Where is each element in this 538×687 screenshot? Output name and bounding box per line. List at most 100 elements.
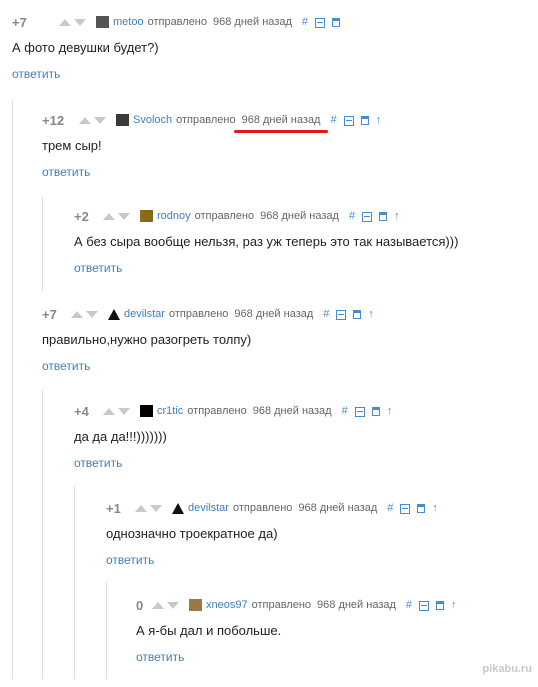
downvote-icon[interactable] (167, 601, 179, 609)
cr1tic-avatar[interactable] (140, 405, 153, 417)
upvote-icon[interactable] (152, 601, 164, 609)
comment-meta: отправлено (194, 210, 255, 222)
collapse-icon[interactable] (419, 600, 430, 611)
rodnoy-avatar[interactable] (140, 210, 153, 222)
comment-date-text: 968 дней назад (317, 599, 396, 611)
reply-link[interactable]: ответить (42, 359, 90, 373)
svoloch-avatar[interactable] (116, 114, 129, 126)
comment-date-text: 968 дней назад (252, 405, 332, 417)
devilstar-avatar[interactable] (108, 308, 120, 320)
reply-link[interactable]: ответить (106, 553, 154, 567)
upvote-icon[interactable] (59, 18, 71, 26)
comment: +7 devilstar отправлено 968 дней назад #… (0, 306, 538, 396)
anchor-icon[interactable]: # (387, 502, 393, 514)
save-icon[interactable] (360, 116, 369, 125)
collapse-icon[interactable] (336, 309, 347, 320)
comment-header: 0 xneos97 отправлено 968 дней назад # ↑ (136, 597, 464, 613)
reply-link[interactable]: ответить (74, 261, 122, 275)
comment-date[interactable]: 968 дней назад (260, 210, 339, 222)
comment-actions: # ↑ (387, 502, 445, 514)
anchor-icon[interactable]: # (330, 114, 336, 126)
downvote-icon[interactable] (86, 310, 98, 318)
save-icon[interactable] (332, 18, 341, 27)
upvote-icon[interactable] (135, 504, 147, 512)
vote-controls (152, 601, 182, 609)
parent-arrow-icon[interactable]: ↑ (376, 114, 382, 126)
vote-controls (103, 212, 133, 220)
reply-link[interactable]: ответить (42, 165, 90, 179)
comment-author[interactable]: devilstar (124, 308, 165, 320)
vote-controls (59, 18, 89, 26)
watermark: pikabu.ru (482, 663, 532, 675)
comment-date[interactable]: 968 дней назад (317, 599, 396, 611)
comment-author[interactable]: cr1tic (157, 405, 183, 417)
collapse-icon[interactable] (315, 17, 326, 28)
parent-arrow-icon[interactable]: ↑ (368, 308, 374, 320)
parent-arrow-icon[interactable]: ↑ (432, 502, 438, 514)
comment-date-text: 968 дней назад (260, 210, 339, 222)
comment-score: +4 (74, 403, 89, 419)
parent-arrow-icon[interactable]: ↑ (451, 599, 457, 611)
comment-actions: # (302, 16, 347, 28)
collapse-icon[interactable] (362, 211, 373, 222)
xneos97-avatar[interactable] (189, 599, 202, 611)
parent-arrow-icon[interactable]: ↑ (394, 210, 400, 222)
anchor-icon[interactable]: # (302, 16, 308, 28)
save-icon[interactable] (353, 310, 362, 319)
comment-date[interactable]: 968 дней назад (213, 16, 292, 28)
metoo-avatar[interactable] (96, 16, 109, 28)
downvote-icon[interactable] (118, 212, 130, 220)
anchor-icon[interactable]: # (342, 405, 348, 417)
vote-controls (103, 407, 133, 415)
comment-score: +7 (42, 306, 57, 322)
comment-date-text: 968 дней назад (298, 502, 378, 514)
comment-author[interactable]: rodnoy (157, 210, 191, 222)
anchor-icon[interactable]: # (349, 210, 355, 222)
comment-meta: отправлено (147, 16, 208, 28)
anchor-icon[interactable]: # (323, 308, 329, 320)
upvote-icon[interactable] (103, 407, 115, 415)
upvote-icon[interactable] (71, 310, 83, 318)
comment-actions: # ↑ (349, 210, 407, 222)
comment-date-text: 968 дней назад (241, 114, 321, 126)
comment-author[interactable]: xneos97 (206, 599, 248, 611)
collapse-icon[interactable] (354, 406, 365, 417)
comment-header: +7 metoo отправлено 968 дней назад # (12, 14, 347, 30)
comment-author[interactable]: devilstar (188, 502, 229, 514)
save-icon[interactable] (371, 407, 380, 416)
collapse-icon[interactable] (400, 503, 411, 514)
save-icon[interactable] (379, 212, 388, 221)
comment-date[interactable]: 968 дней назад (233, 114, 329, 133)
comment-score: +2 (74, 208, 89, 224)
comment-meta: отправлено (176, 114, 236, 126)
downvote-icon[interactable] (94, 116, 106, 124)
devilstar-avatar[interactable] (172, 502, 184, 514)
collapse-icon[interactable] (343, 115, 354, 126)
upvote-icon[interactable] (79, 116, 91, 124)
comment: +12 Svoloch отправлено 968 дней назад # … (0, 112, 538, 202)
vote-controls (79, 116, 109, 124)
save-icon[interactable] (417, 504, 426, 513)
downvote-icon[interactable] (74, 18, 86, 26)
reply-link[interactable]: ответить (12, 67, 60, 81)
comment-author[interactable]: Svoloch (133, 114, 172, 126)
parent-arrow-icon[interactable]: ↑ (387, 405, 393, 417)
reply-link[interactable]: ответить (136, 650, 184, 664)
comment-date[interactable]: 968 дней назад (234, 308, 313, 320)
anchor-icon[interactable]: # (406, 599, 412, 611)
upvote-icon[interactable] (103, 212, 115, 220)
comment-header: +12 Svoloch отправлено 968 дней назад # … (42, 112, 388, 133)
comment-header: +1 devilstar отправлено 968 дней назад #… (106, 500, 445, 516)
comment: +1 devilstar отправлено 968 дней назад #… (0, 500, 538, 590)
comment-date[interactable]: 968 дней назад (298, 502, 377, 514)
comment-date[interactable]: 968 дней назад (253, 405, 332, 417)
save-icon[interactable] (436, 601, 445, 610)
comment-meta: отправлено (187, 405, 247, 417)
vote-controls (71, 310, 101, 318)
comment-author[interactable]: metoo (113, 16, 144, 28)
comment-header: +4 cr1tic отправлено 968 дней назад # ↑ (74, 403, 399, 419)
downvote-icon[interactable] (118, 407, 130, 415)
comment-text: А я-бы дал и побольше. (136, 623, 282, 638)
downvote-icon[interactable] (150, 504, 162, 512)
reply-link[interactable]: ответить (74, 456, 122, 470)
